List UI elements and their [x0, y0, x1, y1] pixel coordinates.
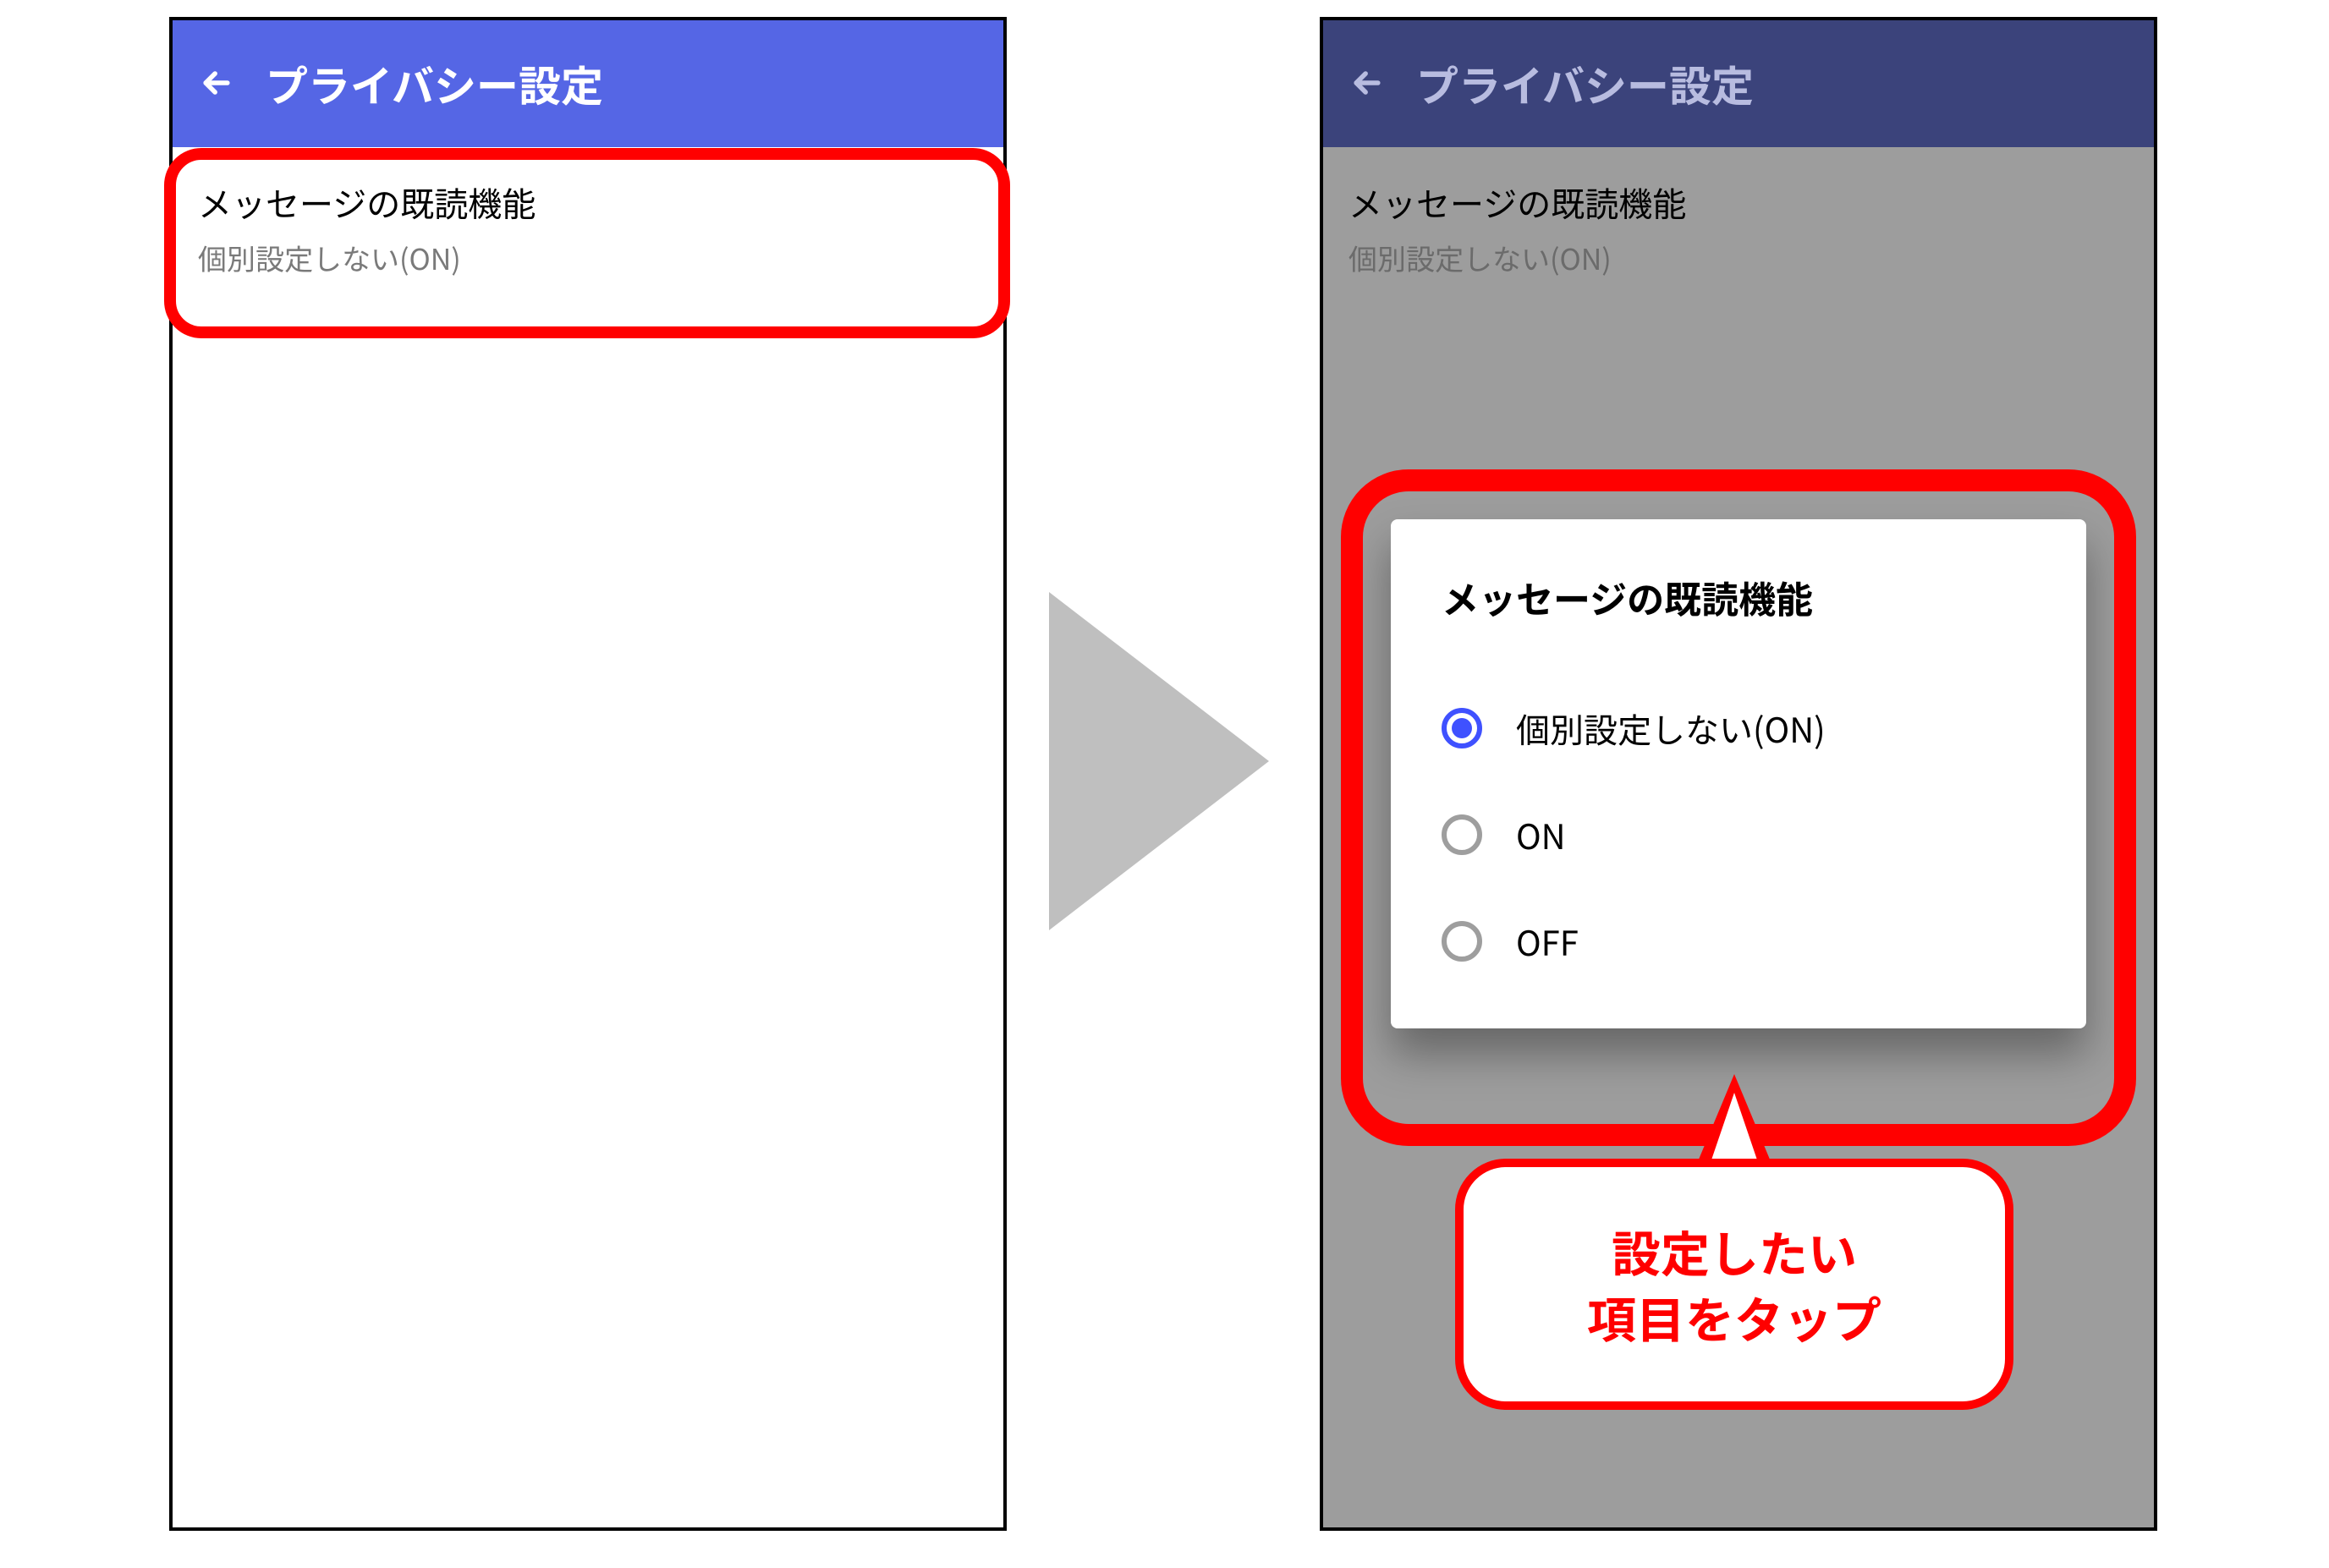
callout-line: 項目をタップ — [1514, 1284, 1954, 1350]
settings-row-subtitle: 個別設定しない(ON) — [1349, 237, 2129, 278]
radio-icon — [1442, 814, 1482, 855]
appbar-title: プライバシー設定 — [266, 53, 603, 114]
settings-row-subtitle: 個別設定しない(ON) — [198, 237, 978, 278]
tutorial-stage: プライバシー設定 メッセージの既読機能 個別設定しない(ON) プライバシー設定… — [0, 0, 2329, 1568]
appbar-title: プライバシー設定 — [1416, 53, 1754, 114]
radio-label: ON — [1516, 810, 1566, 859]
back-icon[interactable] — [1349, 53, 1386, 114]
radio-option-off[interactable]: OFF — [1442, 888, 2035, 995]
settings-row-read-receipts: メッセージの既読機能 個別設定しない(ON) — [1323, 147, 2154, 304]
radio-label: OFF — [1516, 917, 1579, 966]
radio-icon — [1442, 921, 1482, 962]
phone-screen-left: プライバシー設定 メッセージの既読機能 個別設定しない(ON) — [169, 17, 1007, 1531]
appbar: プライバシー設定 — [173, 20, 1003, 147]
arrow-icon — [1049, 592, 1269, 930]
settings-row-title: メッセージの既読機能 — [198, 178, 978, 227]
instruction-callout: 設定したい 項目をタップ — [1455, 1159, 2013, 1410]
options-dialog: メッセージの既読機能 個別設定しない(ON) ON OFF — [1391, 519, 2086, 1028]
dialog-title: メッセージの既読機能 — [1442, 570, 2035, 624]
radio-option-default-on[interactable]: 個別設定しない(ON) — [1442, 675, 2035, 781]
radio-option-on[interactable]: ON — [1442, 781, 2035, 888]
radio-icon — [1442, 708, 1482, 748]
callout-line: 設定したい — [1514, 1218, 1954, 1284]
radio-label: 個別設定しない(ON) — [1516, 704, 1826, 753]
back-icon[interactable] — [198, 53, 235, 114]
appbar: プライバシー設定 — [1323, 20, 2154, 147]
settings-row-read-receipts[interactable]: メッセージの既読機能 個別設定しない(ON) — [173, 147, 1003, 304]
settings-row-title: メッセージの既読機能 — [1349, 178, 2129, 227]
